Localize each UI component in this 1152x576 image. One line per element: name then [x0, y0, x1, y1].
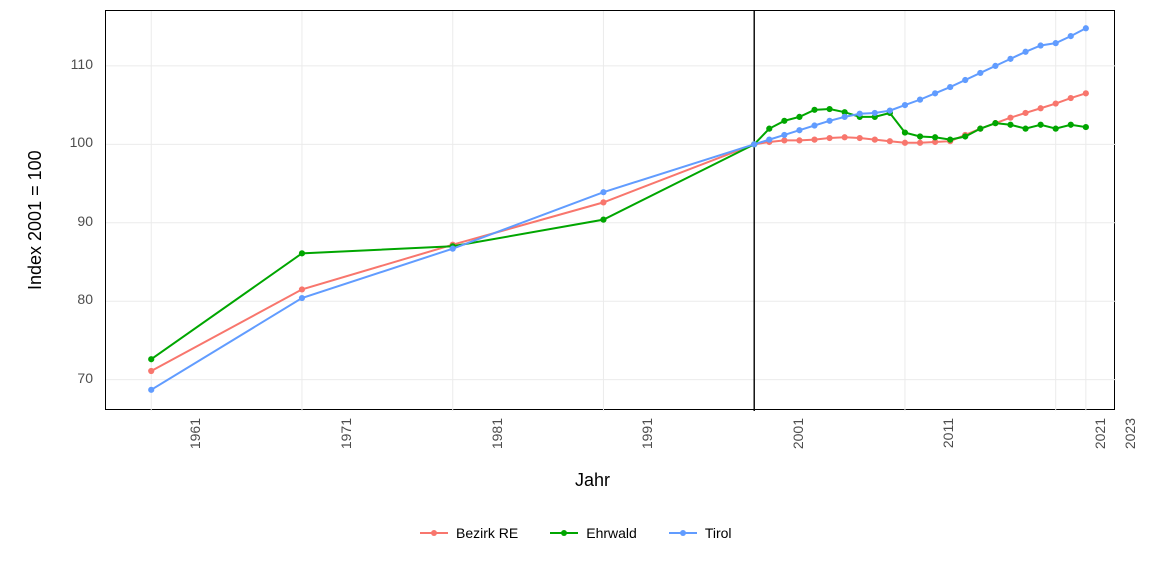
x-axis-label: Jahr — [575, 470, 610, 491]
x-tick-label: 2011 — [940, 418, 956, 448]
legend-item-tirol: Tirol — [669, 525, 732, 541]
legend-swatch — [669, 526, 697, 540]
series-bezirk-re — [149, 91, 1089, 374]
legend-swatch — [420, 526, 448, 540]
chart-stage: Index 2001 = 100 Jahr Bezirk RE Ehrwald Ti… — [0, 0, 1152, 576]
x-tick-label: 1991 — [640, 418, 656, 449]
y-tick-label: 110 — [63, 56, 93, 72]
legend-item-bezirk-re: Bezirk RE — [420, 525, 518, 541]
y-tick-label: 70 — [63, 370, 93, 386]
x-tick-label: 1981 — [489, 418, 505, 449]
y-axis-label: Index 2001 = 100 — [25, 150, 46, 290]
series-tirol — [149, 26, 1089, 393]
y-tick-label: 90 — [63, 213, 93, 229]
legend-label: Bezirk RE — [456, 525, 518, 541]
x-tick-label: 1961 — [187, 418, 203, 449]
plot-svg — [106, 11, 1116, 411]
legend: Bezirk RE Ehrwald Tirol — [420, 525, 732, 541]
x-tick-label: 2021 — [1092, 418, 1108, 449]
y-tick-label: 100 — [63, 134, 93, 150]
plot-panel — [105, 10, 1115, 410]
legend-item-ehrwald: Ehrwald — [550, 525, 637, 541]
legend-label: Ehrwald — [586, 525, 637, 541]
grid — [106, 11, 1116, 411]
legend-label: Tirol — [705, 525, 732, 541]
x-tick-label: 2023 — [1122, 418, 1138, 449]
x-tick-label: 2001 — [790, 418, 806, 449]
y-tick-label: 80 — [63, 291, 93, 307]
x-tick-label: 1971 — [338, 418, 354, 449]
legend-swatch — [550, 526, 578, 540]
